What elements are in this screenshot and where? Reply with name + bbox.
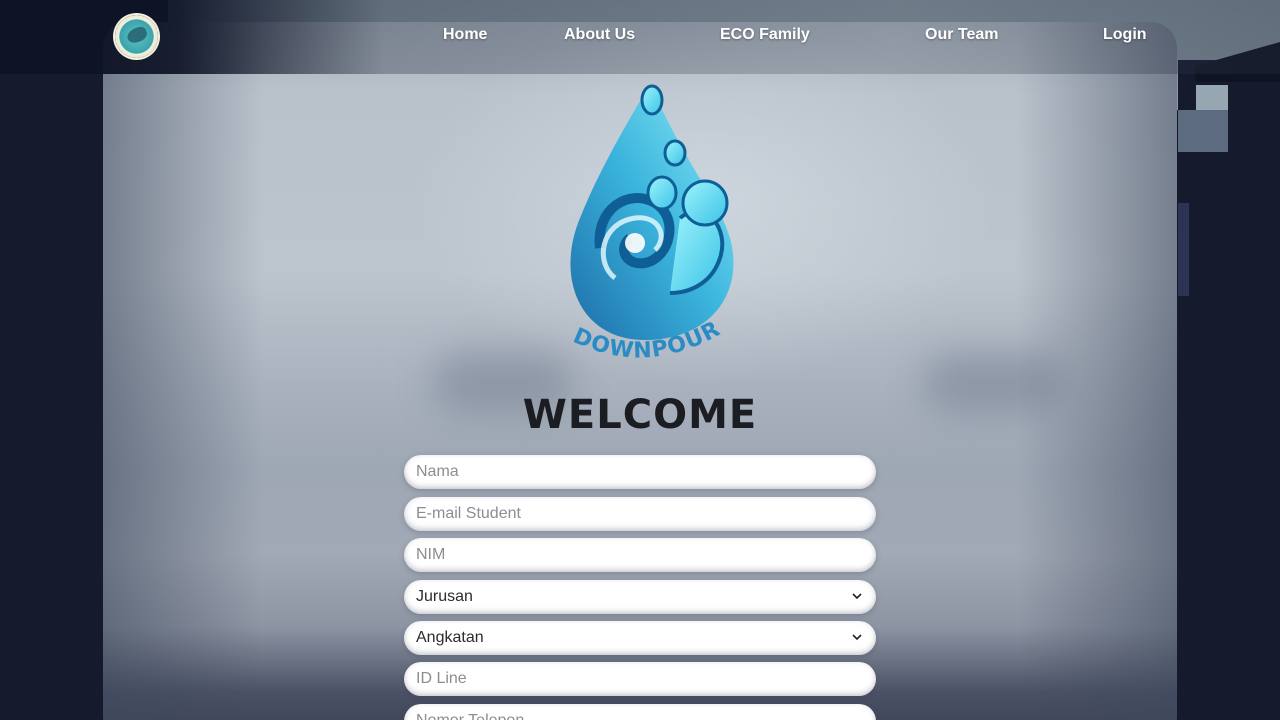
- background-building: [1178, 60, 1280, 720]
- angkatan-select[interactable]: Angkatan: [404, 621, 876, 655]
- background-window: [1196, 85, 1228, 110]
- phone-field[interactable]: [404, 704, 876, 720]
- chevron-down-icon: [852, 593, 862, 600]
- name-field[interactable]: [404, 455, 876, 489]
- angkatan-select-value: Angkatan: [416, 629, 484, 646]
- chevron-down-icon: [852, 634, 862, 641]
- nav-about-us[interactable]: About Us: [564, 26, 635, 44]
- navbar: [0, 0, 1280, 74]
- background-window: [1178, 110, 1228, 152]
- nim-field[interactable]: [404, 538, 876, 572]
- jurusan-select-value: Jurusan: [416, 588, 473, 605]
- nav-our-team[interactable]: Our Team: [925, 26, 999, 44]
- nav-home[interactable]: Home: [443, 26, 487, 44]
- water-drop-logo-icon: DOWNPOUR: [569, 84, 734, 364]
- logo-emblem: [125, 25, 149, 45]
- eco-club-badge-icon[interactable]: [115, 15, 158, 58]
- email-field[interactable]: [404, 497, 876, 531]
- page-title: WELCOME: [522, 392, 758, 438]
- nav-eco-family[interactable]: ECO Family: [720, 26, 810, 44]
- background-window: [1178, 203, 1189, 296]
- line-id-field[interactable]: [404, 662, 876, 696]
- jurusan-select[interactable]: Jurusan: [404, 580, 876, 614]
- nav-login[interactable]: Login: [1103, 26, 1147, 44]
